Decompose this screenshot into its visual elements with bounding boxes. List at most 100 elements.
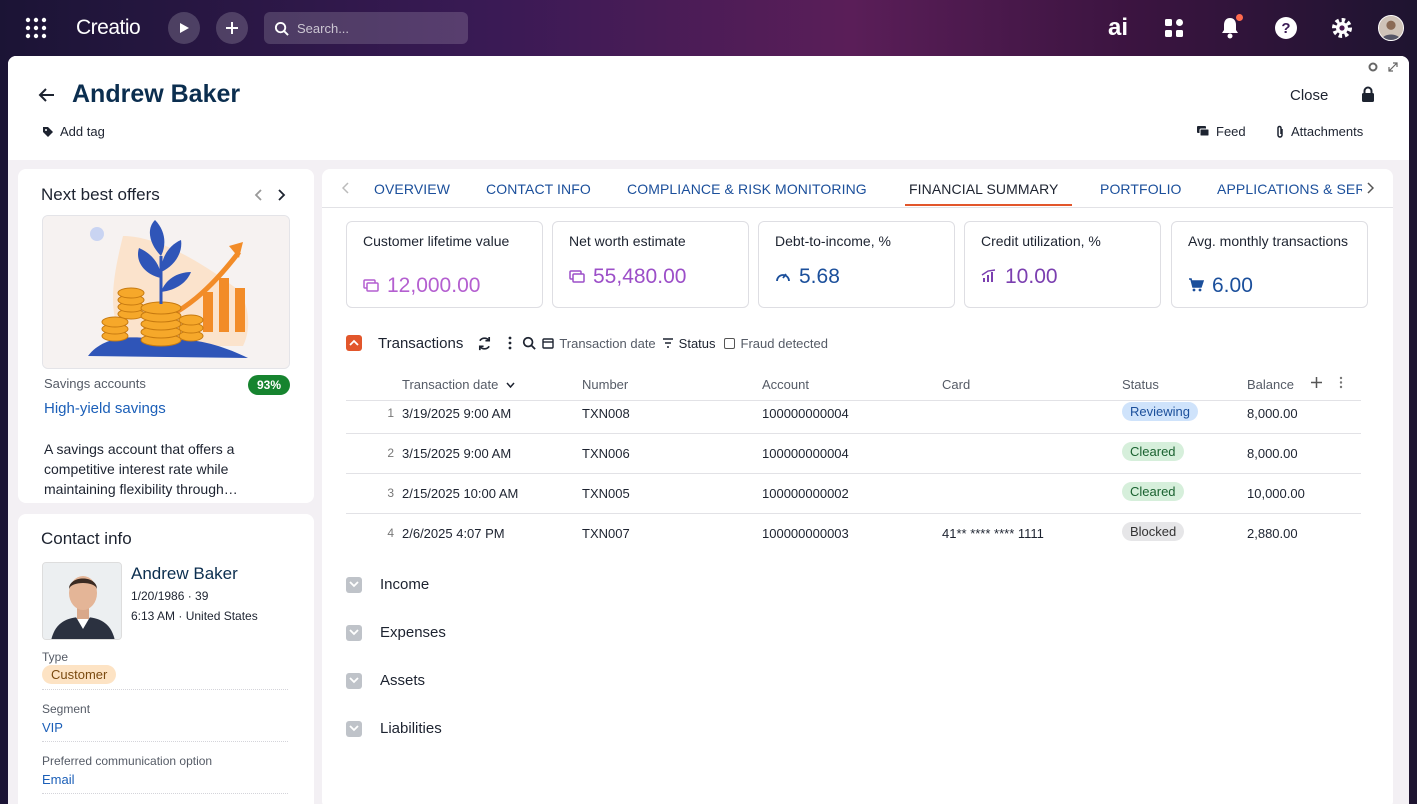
tabs-scroll-right-icon[interactable] xyxy=(1366,181,1375,199)
table-row[interactable]: 3 2/15/2025 10:00 AM TXN005 100000000002… xyxy=(346,474,1361,514)
settings-gear-icon[interactable] xyxy=(1325,11,1359,45)
sort-chevron-down-icon xyxy=(506,382,515,388)
expand-chevron-icon[interactable] xyxy=(346,720,362,737)
user-avatar[interactable] xyxy=(1378,15,1404,41)
group-expenses[interactable]: Expenses xyxy=(346,624,446,641)
prev-offer-icon[interactable] xyxy=(254,188,264,207)
collapse-transactions-icon[interactable] xyxy=(346,335,362,351)
kpi-value-row: 55,480.00 xyxy=(569,265,686,289)
contact-info-title: Contact info xyxy=(41,529,132,548)
offer-score-badge: 93% xyxy=(248,375,290,395)
creatio-logo[interactable]: Creatio xyxy=(76,14,141,42)
apps-icon[interactable] xyxy=(1157,11,1191,45)
column-options-icon[interactable] xyxy=(1339,376,1343,394)
row-number: 2 xyxy=(387,446,394,460)
add-button[interactable] xyxy=(216,12,248,44)
search-icon[interactable] xyxy=(522,336,537,350)
segment-label: Segment xyxy=(42,702,91,716)
kpi-net-worth: Net worth estimate 55,480.00 xyxy=(552,221,749,308)
feed-label: Feed xyxy=(1216,124,1246,139)
filter-transaction-date[interactable]: Transaction date xyxy=(542,336,656,351)
tabs-scroll-left-icon[interactable] xyxy=(341,181,350,199)
more-actions-icon[interactable] xyxy=(508,336,512,350)
filter-fraud-detected[interactable]: Fraud detected xyxy=(723,336,828,351)
add-column-icon[interactable] xyxy=(1310,376,1323,394)
group-income[interactable]: Income xyxy=(346,576,429,593)
active-tab-indicator xyxy=(905,204,1072,206)
top-bar: Creatio ai ? xyxy=(0,0,1417,56)
search-input[interactable] xyxy=(297,20,457,36)
cell-balance: 10,000.00 xyxy=(1247,486,1305,501)
money-icon xyxy=(569,269,585,285)
close-button[interactable]: Close xyxy=(1290,87,1328,104)
group-liabilities[interactable]: Liabilities xyxy=(346,720,442,737)
kpi-value: 55,480.00 xyxy=(593,265,687,288)
expand-chevron-icon[interactable] xyxy=(346,672,362,689)
segment-value[interactable]: VIP xyxy=(42,720,63,735)
table-row[interactable]: 2 3/15/2025 9:00 AM TXN006 100000000004 … xyxy=(346,434,1361,474)
tab-contact-info[interactable]: CONTACT INFO xyxy=(486,181,591,197)
help-icon[interactable]: ? xyxy=(1269,11,1303,45)
offer-category: Savings accounts xyxy=(44,376,146,391)
col-card[interactable]: Card xyxy=(942,377,970,392)
cell-number: TXN005 xyxy=(582,486,630,501)
expand-chevron-icon[interactable] xyxy=(346,624,362,641)
pref-comm-value[interactable]: Email xyxy=(42,772,75,787)
col-status[interactable]: Status xyxy=(1122,377,1159,392)
contact-birthdate: 1/20/1986 · 39 xyxy=(131,589,209,603)
table-row[interactable]: 1 3/19/2025 9:00 AM TXN008 100000000004 … xyxy=(346,394,1361,434)
filter-status[interactable]: Status xyxy=(662,336,716,351)
kpi-value: 6.00 xyxy=(1212,274,1253,297)
app-grid-icon[interactable] xyxy=(22,14,50,42)
gauge-icon xyxy=(775,269,791,285)
group-assets[interactable]: Assets xyxy=(346,672,425,689)
col-label: Transaction date xyxy=(402,377,499,392)
play-icon xyxy=(180,23,189,33)
tab-overview[interactable]: OVERVIEW xyxy=(374,181,450,197)
expand-icon[interactable] xyxy=(1388,62,1398,75)
expand-chevron-icon[interactable] xyxy=(346,576,362,593)
col-transaction-date[interactable]: Transaction date xyxy=(402,377,515,392)
ai-assistant-icon[interactable]: ai xyxy=(1101,11,1135,45)
next-offer-icon[interactable] xyxy=(276,188,286,207)
kpi-value: 10.00 xyxy=(1005,265,1058,288)
lock-icon[interactable] xyxy=(1361,86,1375,107)
tab-portfolio[interactable]: PORTFOLIO xyxy=(1100,181,1182,197)
filter-icon xyxy=(662,338,673,348)
page-settings-icon[interactable] xyxy=(1368,62,1378,75)
cell-account-link[interactable]: 100000000004 xyxy=(762,446,849,461)
global-search[interactable] xyxy=(264,12,468,44)
group-label: Liabilities xyxy=(380,720,442,737)
row-number: 3 xyxy=(387,486,394,500)
feed-button[interactable]: Feed xyxy=(1196,124,1246,139)
fraud-checkbox[interactable] xyxy=(723,337,735,349)
cell-card-link[interactable]: 41** **** **** 1111 xyxy=(942,526,1044,541)
kpi-title: Customer lifetime value xyxy=(363,233,510,249)
refresh-icon[interactable] xyxy=(477,336,492,351)
table-row[interactable]: 4 2/6/2025 4:07 PM TXN007 100000000003 4… xyxy=(346,514,1361,554)
kpi-credit-utilization: Credit utilization, % 10.00 xyxy=(964,221,1161,308)
tab-compliance[interactable]: COMPLIANCE & RISK MONITORING xyxy=(627,181,867,197)
tab-overflow-clip: APPLICATIONS & SERVICES xyxy=(1212,169,1362,207)
cell-account-link[interactable]: 100000000003 xyxy=(762,526,849,541)
tab-financial-summary[interactable]: FINANCIAL SUMMARY xyxy=(909,181,1059,197)
run-process-button[interactable] xyxy=(168,12,200,44)
attachments-button[interactable]: Attachments xyxy=(1275,124,1363,139)
back-arrow-icon[interactable] xyxy=(38,86,58,106)
col-account[interactable]: Account xyxy=(762,377,809,392)
tab-applications-services[interactable]: APPLICATIONS & SERVICES xyxy=(1217,181,1362,197)
notifications-bell-icon[interactable] xyxy=(1213,11,1247,45)
cell-date: 2/15/2025 10:00 AM xyxy=(402,486,519,501)
record-page: Andrew Baker Add tag Close Feed Attachme… xyxy=(8,56,1409,804)
cell-account-link[interactable]: 100000000002 xyxy=(762,486,849,501)
offer-name-link[interactable]: High-yield savings xyxy=(44,400,166,417)
main-tab-panel: OVERVIEW CONTACT INFO COMPLIANCE & RISK … xyxy=(322,169,1393,804)
col-number[interactable]: Number xyxy=(582,377,628,392)
kpi-customer-lifetime-value: Customer lifetime value 12,000.00 xyxy=(346,221,543,308)
cell-date: 2/6/2025 4:07 PM xyxy=(402,526,505,541)
col-balance[interactable]: Balance xyxy=(1247,377,1294,392)
add-tag-button[interactable]: Add tag xyxy=(42,124,105,139)
group-label: Expenses xyxy=(380,624,446,641)
cell-account-link[interactable]: 100000000004 xyxy=(762,406,849,421)
contact-photo xyxy=(42,562,122,640)
